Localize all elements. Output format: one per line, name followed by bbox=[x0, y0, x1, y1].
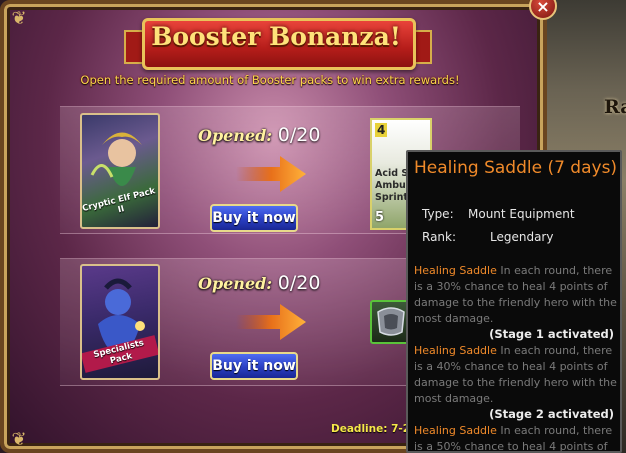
world-location-label: Ra bbox=[604, 96, 626, 118]
tooltip-effect-2: Healing Saddle In each round, there is a… bbox=[414, 343, 618, 407]
window-subtitle: Open the required amount of Booster pack… bbox=[80, 73, 460, 87]
tooltip-effect-3: Healing Saddle In each round, there is a… bbox=[414, 423, 618, 451]
tooltip-title: Healing Saddle (7 days) bbox=[414, 158, 618, 178]
tooltip-rank-label: Rank: bbox=[422, 230, 457, 244]
arrow-right-icon bbox=[236, 304, 306, 340]
card-number: 5 bbox=[375, 210, 385, 225]
opened-count: 0/20 bbox=[277, 124, 321, 146]
pack-card-specialists[interactable]: Specialists Pack bbox=[80, 264, 160, 380]
opened-count: 0/20 bbox=[277, 272, 321, 294]
opened-counter: Opened: 0/20 bbox=[198, 272, 320, 294]
tooltip-type-value: Mount Equipment bbox=[468, 207, 575, 221]
buy-now-button[interactable]: Buy it now bbox=[210, 204, 298, 232]
opened-counter: Opened: 0/20 bbox=[198, 124, 320, 146]
item-tooltip: Healing Saddle (7 days) Type: Mount Equi… bbox=[406, 150, 622, 453]
opened-label: Opened: bbox=[198, 274, 273, 293]
buy-now-button[interactable]: Buy it now bbox=[210, 352, 298, 380]
opened-label: Opened: bbox=[198, 126, 273, 145]
tooltip-type-label: Type: bbox=[422, 207, 454, 221]
pack-card-cryptic-elf[interactable]: Cryptic Elf Pack II bbox=[80, 113, 160, 229]
tooltip-stage-2: (Stage 2 activated) bbox=[489, 407, 614, 421]
saddle-icon bbox=[377, 307, 405, 336]
window-title: Booster Bonanza! bbox=[151, 22, 401, 51]
arrow-right-icon bbox=[236, 156, 306, 192]
card-star-level: 4 bbox=[375, 123, 388, 137]
tooltip-stage-1: (Stage 1 activated) bbox=[489, 327, 614, 341]
effect-name: Healing Saddle bbox=[414, 264, 497, 277]
tooltip-rank-value: Legendary bbox=[490, 230, 554, 244]
frame-corner-ornament: ❦ bbox=[11, 429, 27, 450]
effect-name: Healing Saddle bbox=[414, 344, 497, 357]
effect-name: Healing Saddle bbox=[414, 424, 497, 437]
tooltip-effect-1: Healing Saddle In each round, there is a… bbox=[414, 263, 618, 327]
frame-corner-ornament: ❦ bbox=[11, 8, 27, 29]
